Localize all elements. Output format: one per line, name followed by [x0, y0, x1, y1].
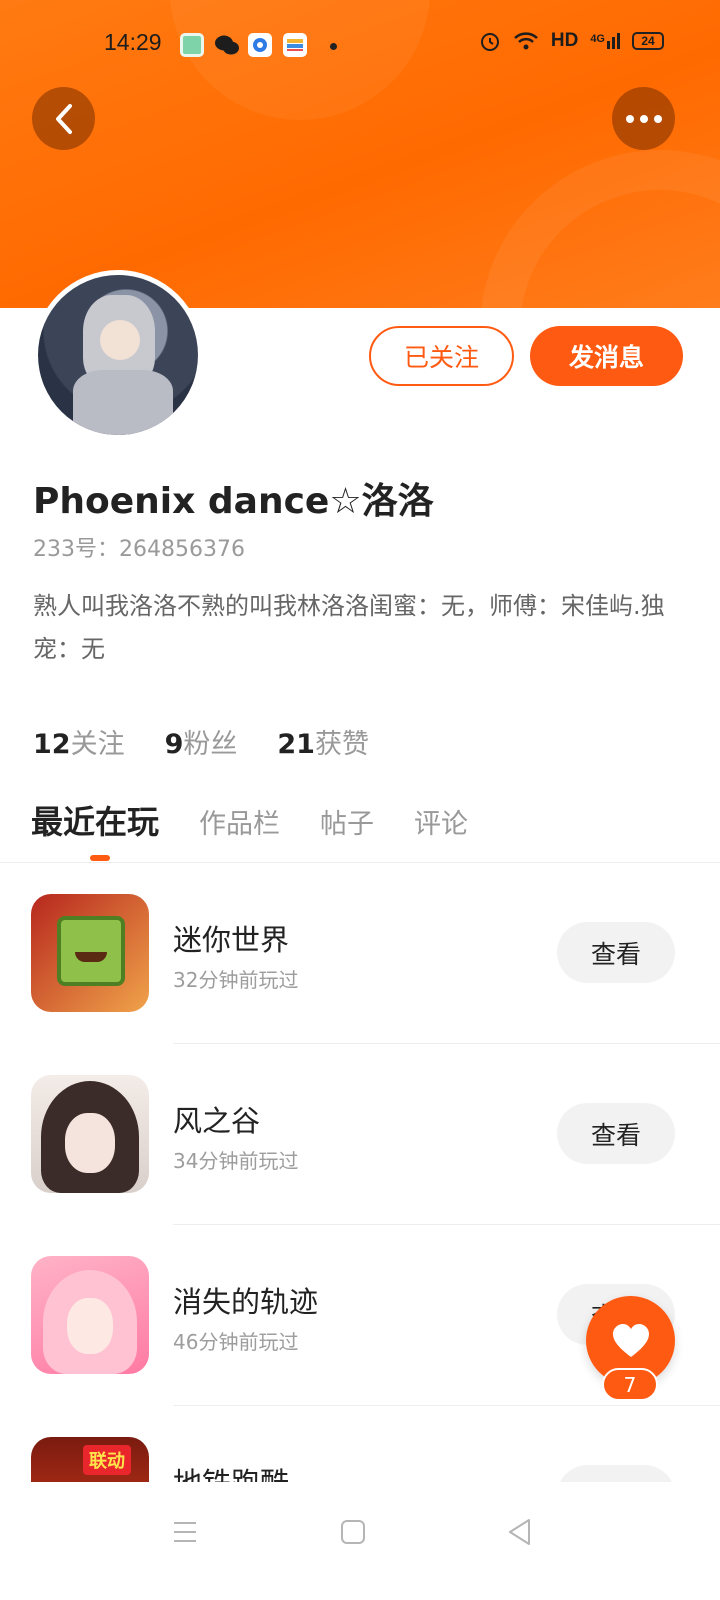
browser-icon — [248, 33, 272, 57]
send-message-button[interactable]: 发消息 — [530, 326, 683, 386]
played-time: 32分钟前玩过 — [173, 968, 299, 992]
network-type: HD — [550, 30, 579, 51]
view-button[interactable]: 查看 — [557, 1103, 675, 1164]
game-icon — [31, 1256, 149, 1374]
game-title: 地铁跑酷 — [173, 1466, 290, 1483]
game-title: 风之谷 — [173, 1104, 261, 1138]
battery-icon: 24 — [632, 32, 664, 50]
played-time: 34分钟前玩过 — [173, 1149, 299, 1173]
game-icon: 联动 — [31, 1437, 149, 1483]
wallet-icon — [283, 33, 307, 57]
system-nav-bar — [0, 1482, 720, 1600]
stat-following[interactable]: 12关注 — [33, 722, 125, 761]
signal-icon: 4G — [590, 33, 620, 49]
home-icon — [341, 1520, 365, 1544]
status-time: 14:29 — [104, 29, 162, 55]
stats-row: 12关注 9粉丝 21获赞 — [33, 722, 369, 761]
status-bar: 14:29 HD 4G 24 — [0, 0, 720, 90]
heart-icon — [612, 1323, 649, 1357]
back-triangle-icon — [509, 1519, 530, 1545]
wifi-icon — [514, 32, 538, 50]
view-button[interactable]: 查看 — [557, 922, 675, 983]
menu-icon — [174, 1522, 196, 1542]
app-icon — [180, 33, 204, 57]
menu-button[interactable] — [163, 1510, 207, 1554]
back-button[interactable] — [32, 87, 95, 150]
stat-followers[interactable]: 9粉丝 — [165, 722, 238, 761]
home-button[interactable] — [331, 1510, 375, 1554]
played-time: 46分钟前玩过 — [173, 1330, 299, 1354]
alarm-icon — [480, 33, 499, 51]
game-title: 迷你世界 — [173, 923, 290, 957]
tab-recently-played[interactable]: 最近在玩 — [31, 797, 159, 843]
game-icon-tag: 联动 — [83, 1445, 131, 1475]
tab-posts[interactable]: 帖子 — [320, 802, 374, 841]
list-item[interactable]: 迷你世界 32分钟前玩过 查看 — [0, 863, 720, 1044]
game-title: 消失的轨迹 — [173, 1285, 319, 1319]
chevron-left-icon — [55, 103, 72, 134]
list-item[interactable]: 风之谷 34分钟前玩过 查看 — [0, 1044, 720, 1225]
tab-works[interactable]: 作品栏 — [199, 802, 280, 841]
game-icon — [31, 894, 149, 1012]
avatar[interactable] — [33, 270, 203, 440]
wechat-icon — [214, 33, 239, 57]
more-button[interactable] — [612, 87, 675, 150]
tab-comments[interactable]: 评论 — [414, 802, 468, 841]
view-button[interactable]: 查看 — [557, 1465, 675, 1483]
notification-dot — [330, 43, 337, 50]
tab-indicator — [90, 855, 110, 861]
nickname: Phoenix dance☆洛洛 — [33, 481, 434, 522]
user-id: 233号：264856376 — [33, 537, 245, 562]
game-icon — [31, 1075, 149, 1193]
bio: 熟人叫我洛洛不熟的叫我林洛洛闺蜜：无，师傅：宋佳屿.独宠：无 — [33, 592, 665, 663]
list-item[interactable]: 联动 地铁跑酷 查看 — [0, 1406, 720, 1483]
like-count-badge: 7 — [602, 1368, 658, 1401]
profile-tabs: 最近在玩 作品栏 帖子 评论 — [31, 797, 468, 843]
following-button[interactable]: 已关注 — [369, 326, 514, 386]
more-dots-icon — [623, 114, 665, 123]
nav-back-button[interactable] — [498, 1510, 542, 1554]
stat-likes[interactable]: 21获赞 — [277, 722, 369, 761]
